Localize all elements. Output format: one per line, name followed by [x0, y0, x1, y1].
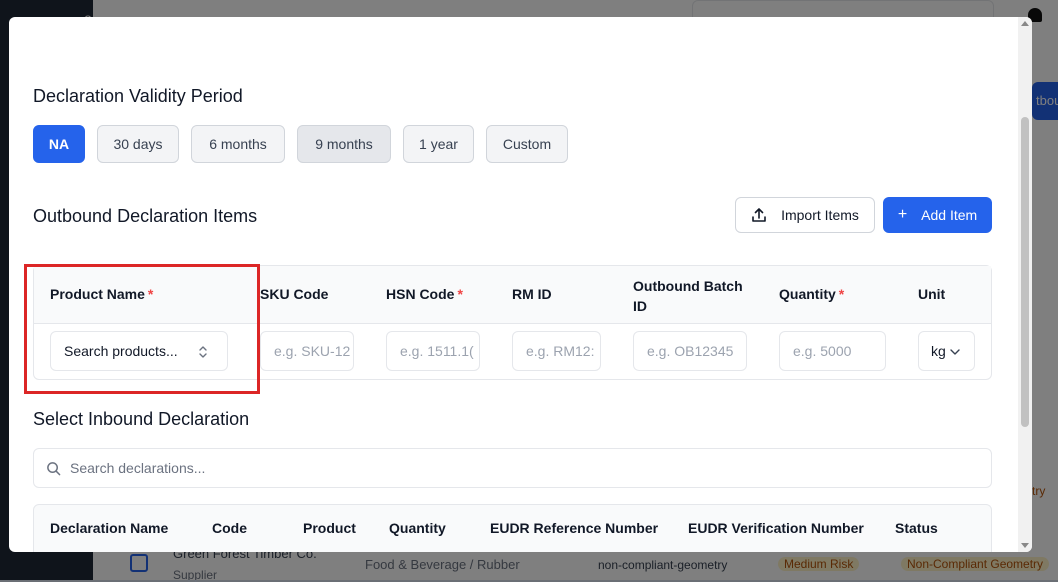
scroll-down-arrow-icon[interactable] — [1021, 543, 1029, 548]
import-items-label: Import Items — [781, 207, 859, 223]
batch-id-input[interactable]: e.g. OB12345 — [633, 331, 747, 371]
modal-scrollbar[interactable] — [1018, 17, 1032, 552]
validity-option-na[interactable]: NA — [33, 125, 85, 163]
unit-select[interactable]: kg — [918, 331, 975, 371]
items-title: Outbound Declaration Items — [33, 206, 258, 226]
upload-icon — [752, 208, 766, 222]
add-item-label: Add Item — [921, 207, 978, 223]
scroll-thumb[interactable] — [1021, 117, 1029, 427]
plus-icon: + — [897, 206, 908, 223]
column-quantity: Quantity * — [779, 286, 845, 302]
declaration-search-placeholder: Search declarations... — [70, 460, 206, 476]
validity-option-custom[interactable]: Custom — [486, 125, 568, 163]
column-eudr-reference: EUDR Reference Number — [490, 520, 659, 536]
scroll-up-arrow-icon[interactable] — [1021, 21, 1029, 26]
column-unit: Unit — [918, 286, 946, 302]
import-items-button[interactable]: Import Items — [735, 197, 875, 233]
rm-id-input[interactable]: e.g. RM12: — [512, 331, 601, 371]
add-item-button[interactable]: + Add Item — [883, 197, 992, 233]
validity-option-30-days[interactable]: 30 days — [97, 125, 179, 163]
column-product: Product — [303, 520, 356, 536]
validity-option-9-months[interactable]: 9 months — [297, 125, 391, 163]
column-code: Code — [212, 520, 247, 536]
column-status: Status — [895, 520, 938, 536]
validity-option-1-year[interactable]: 1 year — [403, 125, 474, 163]
column-eudr-verification: EUDR Verification Number — [688, 520, 864, 536]
create-declaration-modal: Declaration Validity Period NA 30 days 6… — [9, 17, 1032, 552]
column-quantity: Quantity — [389, 520, 446, 536]
quantity-input[interactable]: e.g. 5000 — [779, 331, 886, 371]
inbound-table: Declaration Name Code Product Quantity E… — [33, 504, 992, 552]
column-declaration-name: Declaration Name — [50, 520, 169, 536]
column-rm-id: RM ID — [512, 286, 552, 302]
column-batch-id: Outbound Batch ID — [633, 278, 743, 314]
search-icon — [47, 462, 61, 476]
hsn-code-input[interactable]: e.g. 1511.1( — [386, 331, 480, 371]
validity-title: Declaration Validity Period — [33, 86, 243, 106]
column-sku-code: SKU Code — [260, 286, 329, 302]
annotation-highlight — [24, 264, 260, 394]
unit-select-value: kg — [931, 343, 946, 359]
validity-option-6-months[interactable]: 6 months — [191, 125, 285, 163]
chevron-down-icon — [950, 349, 960, 355]
declaration-search-input[interactable]: Search declarations... — [33, 448, 992, 488]
column-hsn-code: HSN Code * — [386, 286, 463, 302]
inbound-title: Select Inbound Declaration — [33, 409, 250, 429]
sku-code-input[interactable]: e.g. SKU-12 — [260, 331, 354, 371]
